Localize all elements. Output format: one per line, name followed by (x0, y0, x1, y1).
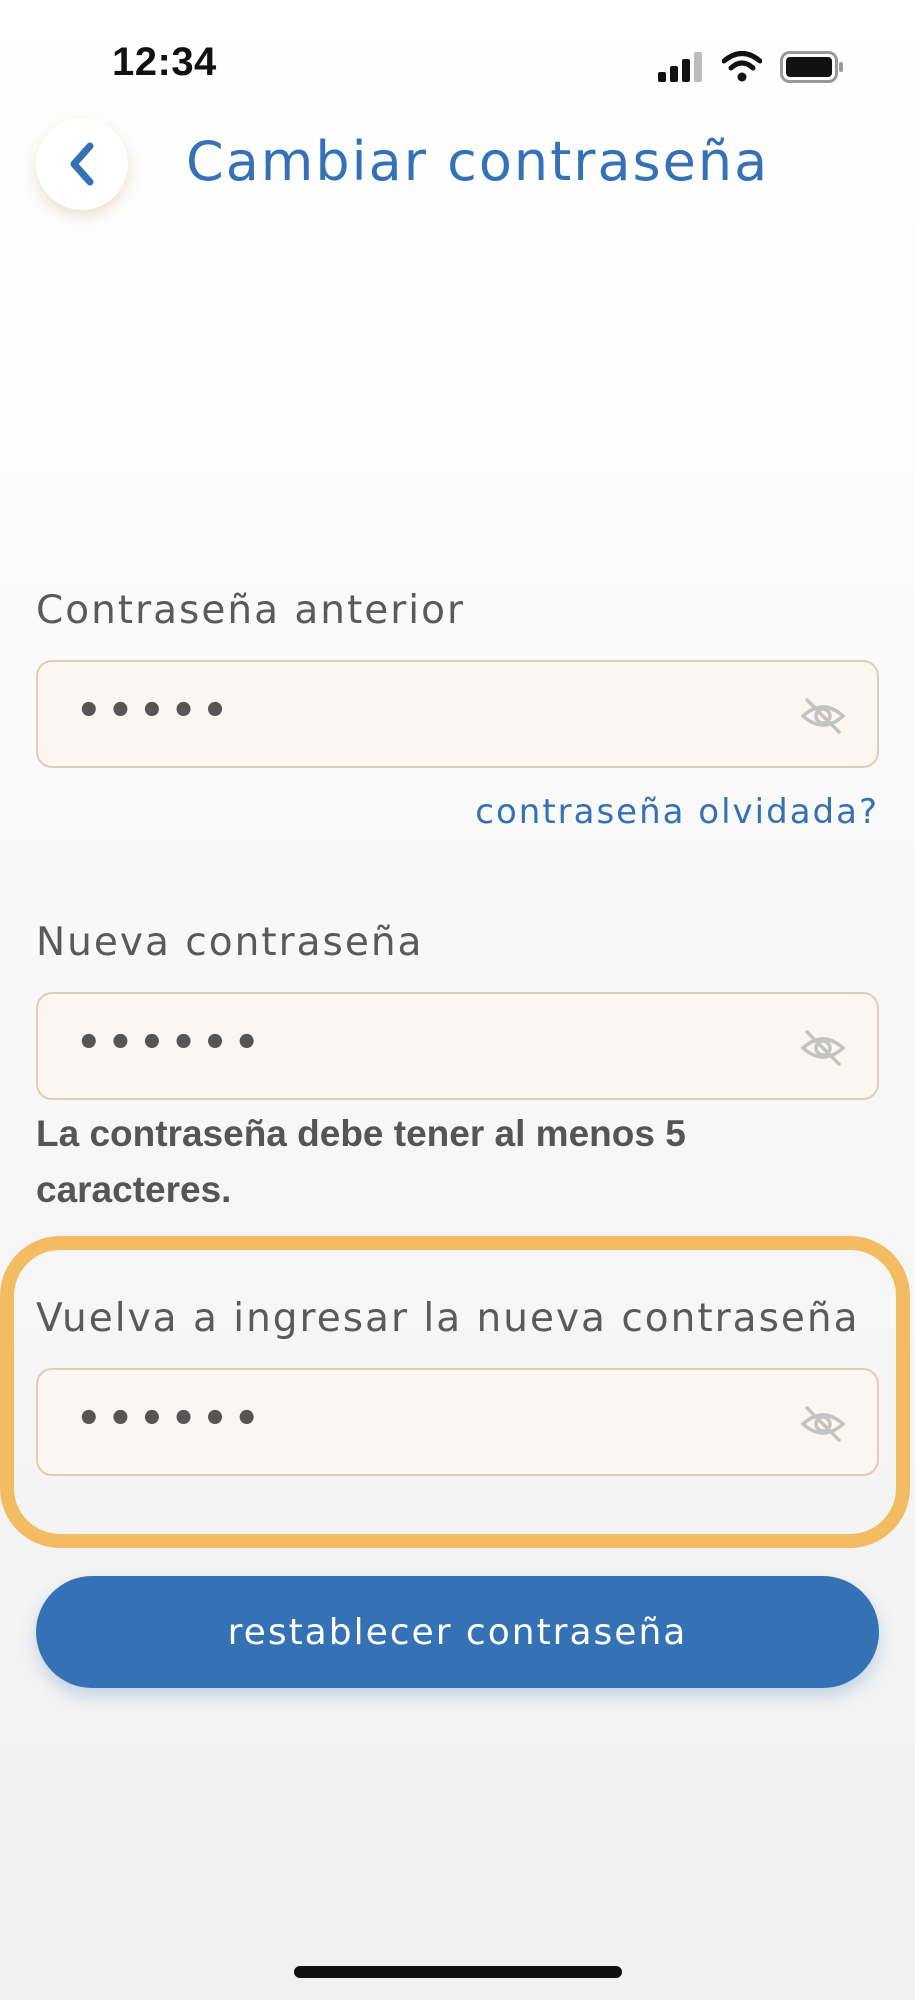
password-hint: La contraseña debe tener al menos 5 cara… (36, 1113, 686, 1210)
forgot-password-link[interactable]: contraseña olvidada? (475, 792, 879, 832)
battery-icon (780, 51, 843, 83)
page-title: Cambiar contraseña (186, 130, 770, 193)
confirm-password-value: •••••• (76, 1396, 266, 1442)
cellular-signal-icon (658, 52, 702, 82)
old-password-field[interactable]: ••••• (36, 660, 879, 768)
new-password-value: •••••• (76, 1020, 266, 1066)
eye-slash-icon[interactable] (799, 1400, 847, 1448)
eye-slash-icon[interactable] (799, 692, 847, 740)
eye-slash-icon[interactable] (799, 1024, 847, 1072)
old-password-label: Contraseña anterior (36, 588, 466, 633)
home-indicator (294, 1966, 622, 1978)
new-password-field[interactable]: •••••• (36, 992, 879, 1100)
wifi-icon (722, 51, 762, 82)
confirm-password-field[interactable]: •••••• (36, 1368, 879, 1476)
new-password-label: Nueva contraseña (36, 920, 424, 965)
confirm-password-label: Vuelva a ingresar la nueva contraseña (36, 1296, 860, 1341)
old-password-value: ••••• (76, 688, 234, 734)
back-button[interactable] (36, 118, 128, 210)
reset-password-button[interactable]: restablecer contraseña (36, 1576, 879, 1688)
status-time: 12:34 (112, 40, 217, 84)
reset-password-button-label: restablecer contraseña (227, 1611, 688, 1653)
chevron-left-icon (70, 142, 94, 186)
